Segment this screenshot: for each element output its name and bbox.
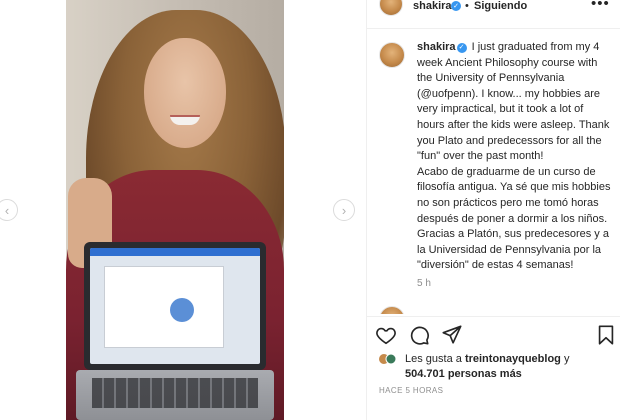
caption-text: shakira ✓ I just graduated from my 4 week… <box>417 40 613 274</box>
certificate-seal <box>170 298 194 322</box>
comment-icon[interactable] <box>408 324 430 346</box>
liker-avatars-icon[interactable] <box>379 353 397 365</box>
photo-face <box>144 38 226 148</box>
caption-english: I just graduated from my 4 week Ancient … <box>417 41 610 163</box>
verified-badge-icon: ✓ <box>451 1 461 11</box>
header-username[interactable]: shakira <box>413 0 452 12</box>
following-button[interactable]: Siguiendo <box>474 0 527 12</box>
certificate-document <box>104 266 224 348</box>
caption-verified-badge-icon: ✓ <box>456 42 467 53</box>
keyboard-keys <box>92 378 258 408</box>
commenter-avatar[interactable] <box>379 306 405 314</box>
actions-divider <box>367 316 620 317</box>
carousel-next-button[interactable]: › <box>333 199 355 221</box>
comment-peek <box>379 306 619 314</box>
bookmark-icon[interactable] <box>595 324 617 346</box>
action-bar <box>367 322 620 348</box>
laptop-keyboard <box>76 370 274 420</box>
chevron-right-icon: › <box>341 202 347 218</box>
carousel-prev-button[interactable]: ‹ <box>0 199 18 221</box>
posted-time-ago[interactable]: HACE 5 HORAS <box>379 386 443 395</box>
likes-conjunction: y <box>560 353 570 365</box>
header-avatar[interactable] <box>379 0 403 16</box>
post-photo[interactable] <box>66 0 284 420</box>
heart-icon[interactable] <box>375 324 397 346</box>
header-divider <box>367 28 620 29</box>
caption-username[interactable]: shakira <box>417 41 456 53</box>
post-header: shakira ✓ • Siguiendo ••• <box>367 0 620 18</box>
laptop-browser-bar <box>90 248 260 256</box>
likes-line-2: 504.701 personas más <box>405 367 522 382</box>
photo-laptop <box>84 242 266 370</box>
chevron-left-icon: ‹ <box>4 202 10 218</box>
header-separator: • <box>465 0 469 12</box>
liker-username[interactable]: treintonayqueblog <box>465 353 561 365</box>
share-icon[interactable] <box>441 324 463 346</box>
likes-prefix: Les gusta a <box>405 353 465 365</box>
laptop-screen <box>90 248 260 364</box>
more-options-icon[interactable]: ••• <box>591 0 610 12</box>
likes-line-1: Les gusta a treintonayqueblog y <box>405 352 569 367</box>
post-side-panel: shakira ✓ • Siguiendo ••• shakira ✓ I jus… <box>366 0 620 420</box>
caption-timestamp[interactable]: 5 h <box>417 278 431 289</box>
likes-count[interactable]: 504.701 personas más <box>405 368 522 380</box>
caption-spanish: Acabo de graduarme de un curso de filoso… <box>417 165 611 272</box>
caption-avatar[interactable] <box>379 42 405 68</box>
